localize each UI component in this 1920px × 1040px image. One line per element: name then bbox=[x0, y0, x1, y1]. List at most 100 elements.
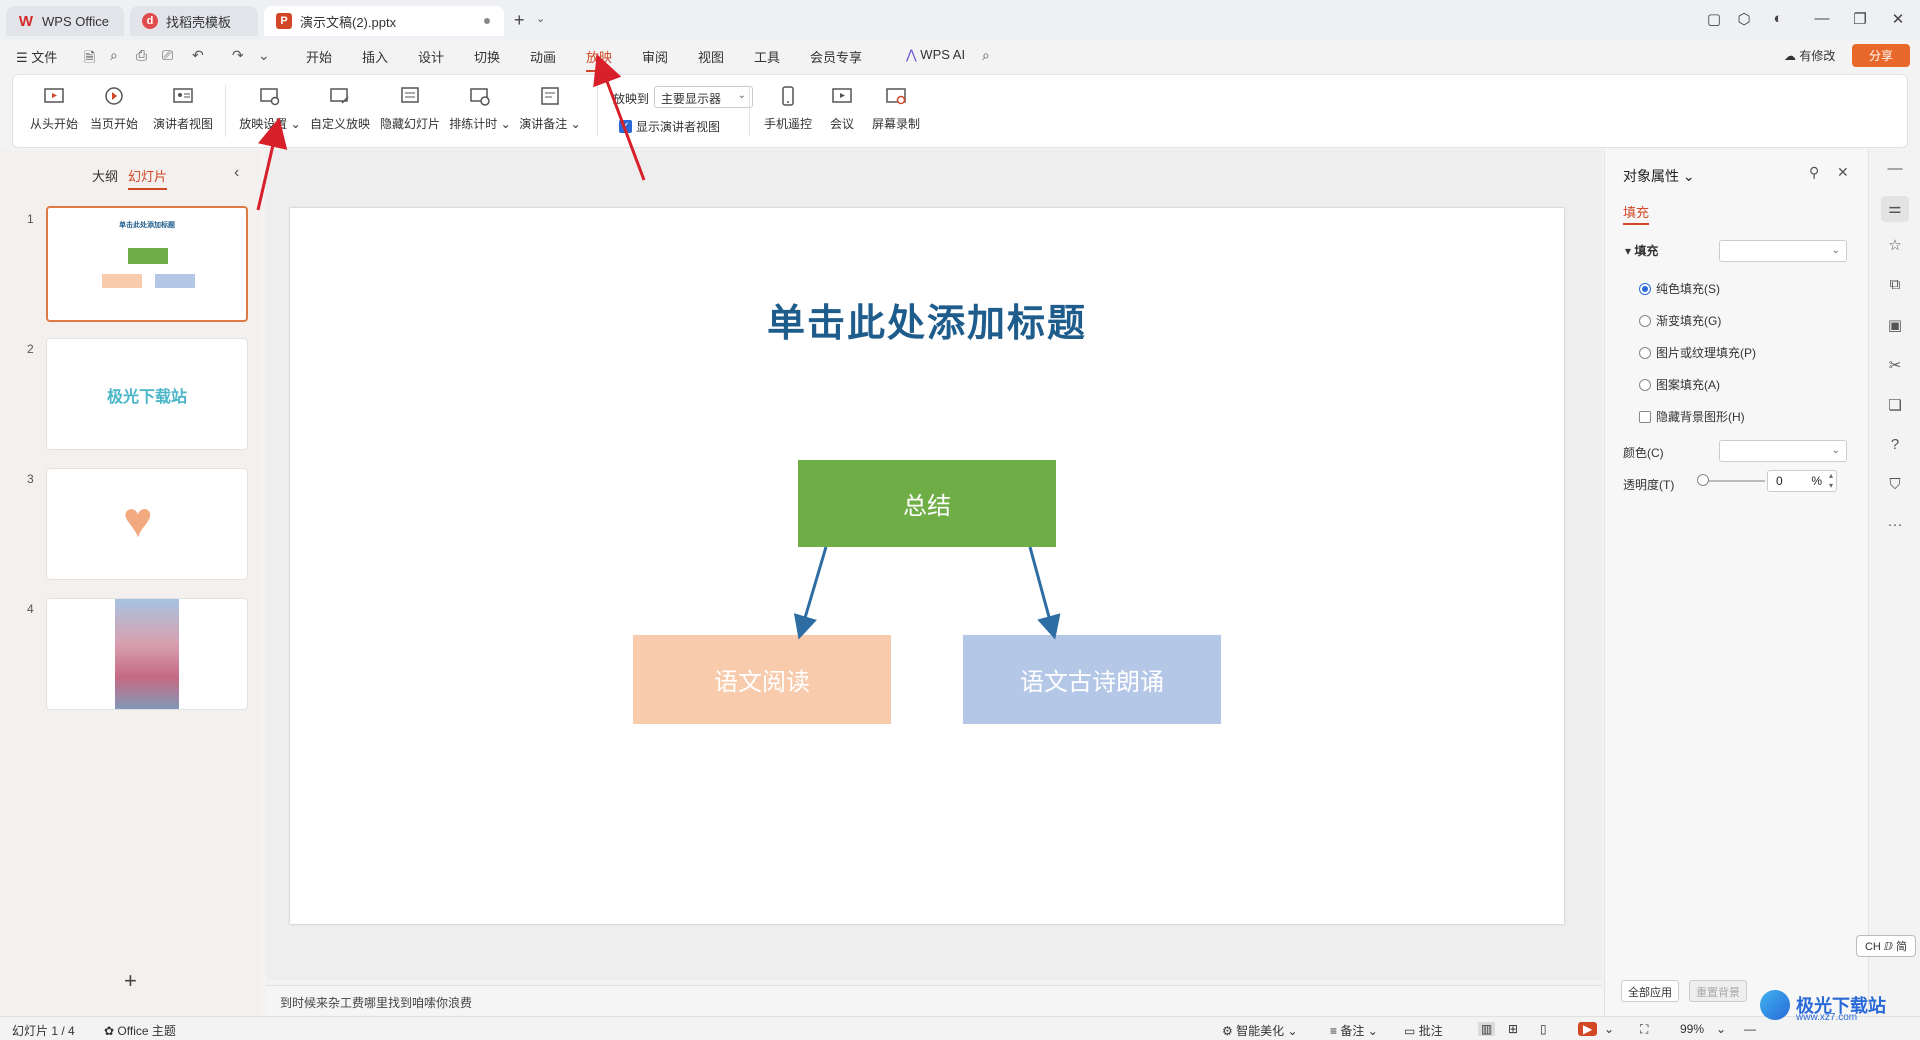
radio-pattern-fill[interactable]: 图案填充(A) bbox=[1639, 376, 1720, 393]
slideshow-settings-button[interactable]: 放映设置 ⌄ bbox=[235, 85, 305, 132]
menu-insert[interactable]: 插入 bbox=[362, 47, 388, 66]
play-chevron-icon[interactable]: ⌄ bbox=[1604, 1022, 1614, 1036]
image-edit-icon[interactable]: ▣ bbox=[1885, 316, 1905, 336]
menu-member[interactable]: 会员专享 bbox=[810, 47, 862, 66]
print-icon[interactable]: ⎙ bbox=[136, 47, 147, 64]
zoom-chevron-icon[interactable]: ⌄ bbox=[1716, 1022, 1726, 1036]
star-icon[interactable]: ☆ bbox=[1885, 236, 1905, 256]
minus-icon[interactable]: — bbox=[1885, 160, 1905, 180]
menu-tools[interactable]: 工具 bbox=[754, 47, 780, 66]
from-current-button[interactable]: 当页开始 bbox=[79, 85, 149, 132]
tools-icon[interactable]: ✂ bbox=[1885, 356, 1905, 376]
redo-icon[interactable]: ↷ bbox=[232, 47, 244, 64]
notes-toggle[interactable]: ≡ 备注 ⌄ bbox=[1330, 1022, 1378, 1039]
wps-ai-button[interactable]: ⋀ WPS AI bbox=[906, 47, 965, 63]
file-menu[interactable]: ☰ 文件 bbox=[16, 47, 57, 66]
apply-all-button[interactable]: 全部应用 bbox=[1621, 980, 1679, 1002]
save-icon[interactable]: 🗎 bbox=[84, 47, 95, 71]
monitor-select[interactable]: 主要显示器 ⌄ bbox=[654, 86, 753, 108]
ime-indicator[interactable]: CH ⅅ 简 bbox=[1856, 935, 1916, 957]
more-icon[interactable]: ··· bbox=[1885, 516, 1905, 536]
tab-template[interactable]: d 找稻壳模板 bbox=[130, 6, 258, 36]
play-slideshow-icon[interactable]: ▶ bbox=[1578, 1022, 1598, 1036]
menu-start[interactable]: 开始 bbox=[306, 47, 332, 66]
theme-button[interactable]: ✿ Office 主题 bbox=[104, 1022, 176, 1039]
search-icon[interactable]: ⌕ bbox=[982, 47, 990, 64]
speaker-notes-button[interactable]: 演讲备注 ⌄ bbox=[515, 85, 585, 132]
cube-icon[interactable]: ⬡ bbox=[1734, 10, 1754, 28]
zoom-out-icon[interactable]: — bbox=[1744, 1022, 1756, 1036]
panel-title[interactable]: 对象属性 ⌄ bbox=[1623, 166, 1695, 186]
window-layout-icon[interactable]: ▢ bbox=[1704, 10, 1724, 28]
pin-icon[interactable]: ⚲ bbox=[1809, 164, 1819, 181]
opacity-slider[interactable] bbox=[1701, 480, 1765, 482]
copy-icon[interactable]: ⧉ bbox=[1885, 276, 1905, 296]
radio-gradient-fill[interactable]: 渐变填充(G) bbox=[1639, 312, 1721, 329]
tab-outline[interactable]: 大纲 bbox=[92, 166, 118, 185]
hide-bg-checkbox[interactable]: 隐藏背景图形(H) bbox=[1639, 408, 1745, 425]
help-icon[interactable]: ? bbox=[1885, 436, 1905, 456]
restore-icon[interactable]: ❐ bbox=[1850, 10, 1870, 28]
reading-view-icon[interactable]: ▯ bbox=[1540, 1022, 1547, 1036]
close-icon[interactable]: ✕ bbox=[1888, 10, 1908, 28]
opacity-input[interactable]: 0 % ▴ ▾ bbox=[1767, 470, 1837, 492]
hide-slide-button[interactable]: 隐藏幻灯片 bbox=[375, 85, 445, 132]
properties-icon[interactable]: ⚌ bbox=[1881, 196, 1909, 222]
radio-picture-fill[interactable]: 图片或纹理填充(P) bbox=[1639, 344, 1756, 361]
notes-pane[interactable]: 到时候来杂工费哪里找到咱嗦你浪费 bbox=[266, 985, 1602, 1015]
slide-thumbnail-1[interactable]: 单击此处添加标题 bbox=[46, 206, 248, 322]
zoom-level[interactable]: 99% bbox=[1680, 1022, 1704, 1036]
menu-transition[interactable]: 切换 bbox=[474, 47, 500, 66]
menu-review[interactable]: 审阅 bbox=[642, 47, 668, 66]
screen-record-button[interactable]: 屏幕录制 bbox=[861, 85, 931, 132]
normal-view-icon[interactable]: ▥ bbox=[1478, 1022, 1496, 1036]
minimize-icon[interactable]: — bbox=[1812, 10, 1832, 27]
slide-canvas[interactable]: 单击此处添加标题 总结 语文阅读 语文古诗朗诵 bbox=[290, 208, 1564, 924]
presenter-view-button[interactable]: 演讲者视图 bbox=[145, 85, 221, 132]
share-button[interactable]: 分享 bbox=[1852, 44, 1910, 67]
tab-slides[interactable]: 幻灯片 bbox=[128, 166, 168, 190]
radio-solid-fill[interactable]: 纯色填充(S) bbox=[1639, 280, 1720, 297]
tab-document[interactable]: P 演示文稿(2).pptx bbox=[264, 6, 504, 36]
book-icon[interactable]: ❏ bbox=[1885, 396, 1905, 416]
slide-thumbnail-3[interactable]: ♥ bbox=[46, 468, 248, 580]
sorter-view-icon[interactable]: ⊞ bbox=[1508, 1022, 1518, 1036]
stepper-icon[interactable]: ▴ ▾ bbox=[1829, 471, 1833, 491]
custom-show-button[interactable]: 自定义放映 bbox=[305, 85, 375, 132]
tab-list-chevron-icon[interactable]: ⌄ bbox=[536, 12, 545, 25]
reset-background-button[interactable]: 重置背景 bbox=[1689, 980, 1747, 1002]
avatar[interactable]: ◐ bbox=[1768, 10, 1788, 27]
menu-slideshow[interactable]: 放映 bbox=[586, 47, 613, 72]
play-from-start-icon bbox=[44, 88, 64, 103]
rehearse-timing-button[interactable]: 排练计时 ⌄ bbox=[445, 85, 515, 132]
color-select[interactable]: ⌄ bbox=[1719, 440, 1847, 462]
close-panel-icon[interactable]: ✕ bbox=[1837, 164, 1849, 181]
arrow-right[interactable] bbox=[1028, 546, 1061, 640]
undo-icon[interactable]: ↶ bbox=[192, 47, 204, 64]
tab-fill[interactable]: 填充 bbox=[1623, 202, 1650, 225]
modify-status-button[interactable]: ☁ 有修改 bbox=[1784, 47, 1835, 64]
slide-thumbnail-4[interactable] bbox=[46, 598, 248, 710]
menu-animation[interactable]: 动画 bbox=[530, 47, 556, 66]
fill-type-select[interactable]: ⌄ bbox=[1719, 240, 1847, 262]
print-preview-icon[interactable]: ⎚ bbox=[162, 47, 173, 64]
shirt-icon[interactable]: ⛉ bbox=[1885, 476, 1905, 496]
comments-toggle[interactable]: ▭ 批注 bbox=[1404, 1022, 1443, 1039]
presenter-view-checkbox[interactable]: ✓ 显示演讲者视图 bbox=[619, 118, 720, 135]
fill-section-header[interactable]: ▾ 填充 bbox=[1625, 242, 1658, 259]
search-doc-icon[interactable]: ⌕ bbox=[110, 47, 118, 64]
more-chevron-icon[interactable]: ⌄ bbox=[258, 47, 270, 64]
collapse-panel-icon[interactable]: ‹ bbox=[234, 164, 239, 182]
beautify-button[interactable]: ⚙ 智能美化 ⌄ bbox=[1222, 1022, 1298, 1039]
slide-thumbnail-2[interactable]: 极光下载站 bbox=[46, 338, 248, 450]
notes-text[interactable]: 到时候来杂工费哪里找到咱嗦你浪费 bbox=[280, 994, 472, 1011]
menu-design[interactable]: 设计 bbox=[418, 47, 444, 66]
add-slide-button[interactable]: + bbox=[124, 968, 137, 994]
new-tab-button[interactable]: + bbox=[514, 10, 525, 31]
fit-window-icon[interactable]: ⛶ bbox=[1640, 1022, 1648, 1037]
arrow-left[interactable] bbox=[793, 546, 828, 640]
menu-view[interactable]: 视图 bbox=[698, 47, 724, 66]
tab-wps-office[interactable]: W WPS Office bbox=[6, 6, 124, 36]
opacity-slider-knob[interactable] bbox=[1697, 474, 1709, 486]
watermark-logo-icon bbox=[1760, 990, 1790, 1020]
